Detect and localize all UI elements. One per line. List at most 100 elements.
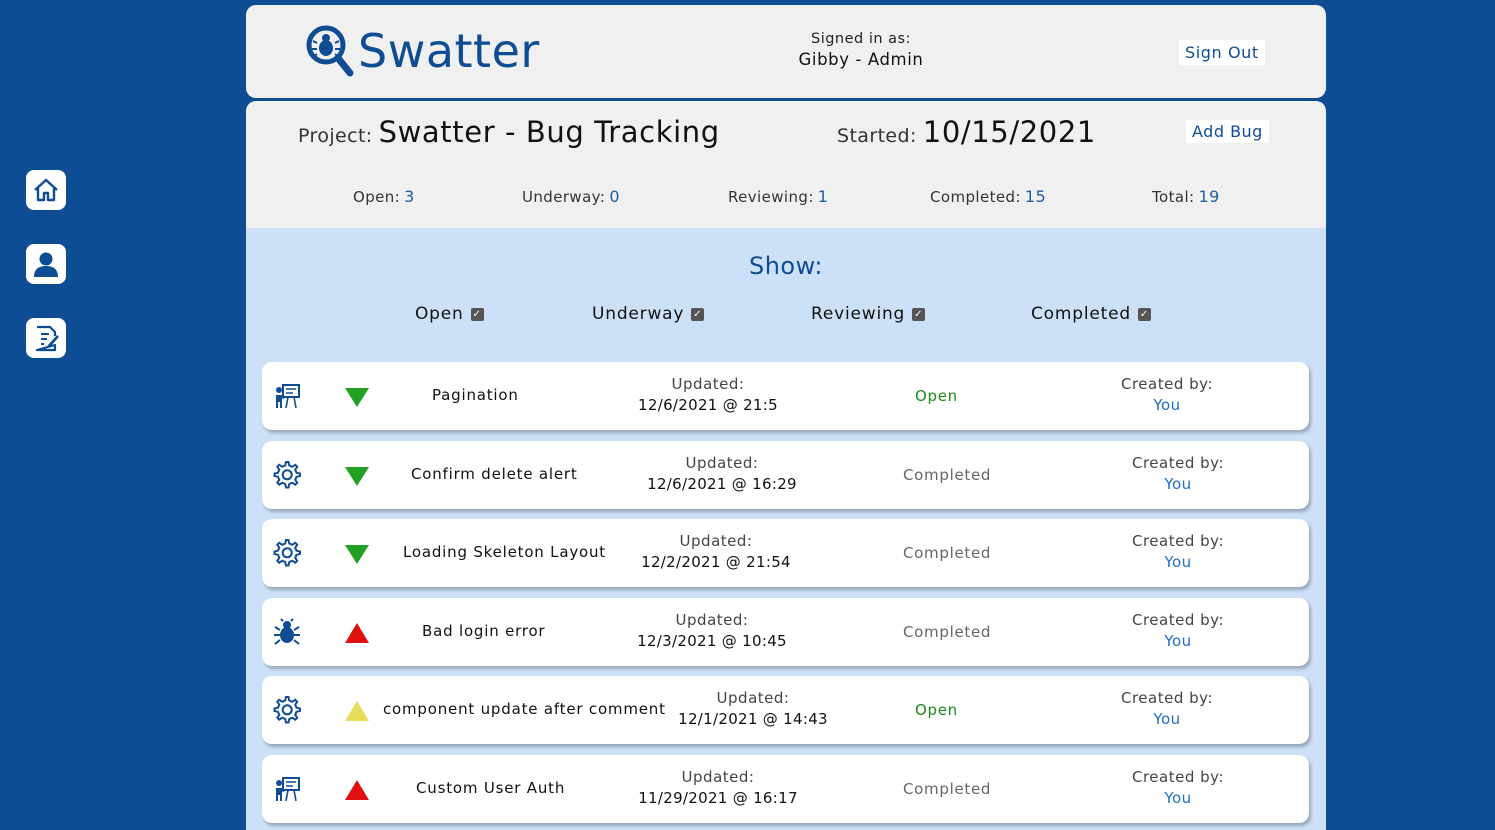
bug-title: Confirm delete alert: [411, 465, 578, 483]
stat-open: Open: 3: [353, 187, 415, 206]
status-badge: Open: [915, 387, 958, 405]
created-by-label: Created by:: [1121, 689, 1213, 707]
sidebar-home-button[interactable]: [26, 170, 66, 210]
created-by-label: Created by:: [1132, 532, 1224, 550]
updated-label: Updated:: [679, 532, 753, 550]
updated-label: Updated:: [716, 689, 790, 707]
stat-label: Reviewing:: [728, 188, 814, 206]
stat-label: Open:: [353, 188, 401, 206]
filter-completed[interactable]: Completed ✓: [1031, 304, 1151, 324]
home-icon: [34, 178, 58, 202]
bug-updated: Updated: 11/29/2021 @ 16:17: [638, 768, 798, 807]
filter-checkbox[interactable]: ✓: [691, 307, 705, 321]
updated-label: Updated:: [671, 375, 745, 393]
show-filter-title: Show:: [748, 252, 824, 280]
project-start: Started: 10/15/2021: [837, 115, 1096, 149]
bug-row[interactable]: Custom User Auth Updated: 11/29/2021 @ 1…: [262, 755, 1309, 823]
signed-in-label: Signed in as:: [810, 31, 911, 47]
created-by-label: Created by:: [1121, 375, 1213, 393]
bug-title: Custom User Auth: [416, 779, 566, 797]
stat-total: Total: 19: [1152, 187, 1220, 206]
stat-label: Completed:: [930, 188, 1021, 206]
updated-value: 11/29/2021 @ 16:17: [638, 789, 798, 807]
edit-document-icon: [35, 325, 59, 352]
started-date: 10/15/2021: [922, 115, 1096, 149]
bug-creator: Created by: You: [1123, 454, 1233, 493]
bug-list-area: Show: Open ✓ Underway ✓ Reviewing ✓ Comp…: [246, 228, 1326, 830]
bug-title: Pagination: [432, 386, 519, 404]
bug-icon: [274, 618, 300, 645]
stat-label: Total:: [1152, 188, 1195, 206]
presentation-icon: [276, 384, 300, 409]
updated-value: 12/6/2021 @ 21:5: [638, 396, 778, 414]
stat-reviewing: Reviewing: 1: [728, 187, 828, 206]
status-badge: Completed: [903, 544, 992, 562]
bug-row[interactable]: Loading Skeleton Layout Updated: 12/2/20…: [262, 519, 1309, 587]
created-by-link[interactable]: You: [1112, 396, 1222, 414]
filter-label: Reviewing: [811, 304, 906, 324]
bug-creator: Created by: You: [1123, 532, 1233, 571]
stat-value: 3: [404, 187, 415, 206]
filter-reviewing[interactable]: Reviewing ✓: [811, 304, 926, 324]
updated-label: Updated:: [685, 454, 759, 472]
signed-in-info: Signed in as: Gibby - Admin: [746, 31, 976, 69]
bug-row[interactable]: component update after comment Updated: …: [262, 676, 1309, 744]
bug-title: Loading Skeleton Layout: [403, 543, 606, 561]
app-logo[interactable]: Swatter: [304, 23, 540, 79]
filter-open[interactable]: Open ✓: [415, 304, 484, 324]
bug-search-logo-icon: [306, 25, 354, 77]
stat-value: 19: [1198, 187, 1220, 206]
created-by-label: Created by:: [1132, 768, 1224, 786]
filter-checkbox[interactable]: ✓: [912, 307, 926, 321]
project-name: Swatter - Bug Tracking: [378, 115, 720, 149]
bug-row[interactable]: Confirm delete alert Updated: 12/6/2021 …: [262, 441, 1309, 509]
created-by-link[interactable]: You: [1123, 475, 1233, 493]
status-badge: Completed: [903, 623, 992, 641]
status-badge: Completed: [903, 780, 992, 798]
user-icon: [34, 252, 58, 277]
created-by-label: Created by:: [1132, 611, 1224, 629]
bug-title: component update after comment: [383, 700, 666, 718]
sidebar-edit-button[interactable]: [26, 318, 66, 358]
priority-low-icon: [345, 545, 369, 564]
stat-underway: Underway: 0: [522, 187, 620, 206]
bug-row[interactable]: Bad login error Updated: 12/3/2021 @ 10:…: [262, 598, 1309, 666]
updated-value: 12/2/2021 @ 21:54: [641, 553, 791, 571]
started-label: Started:: [837, 125, 917, 147]
filter-label: Underway: [592, 304, 685, 324]
priority-low-icon: [345, 388, 369, 407]
bug-row[interactable]: Pagination Updated: 12/6/2021 @ 21:5 Ope…: [262, 362, 1309, 430]
filter-label: Completed: [1031, 304, 1131, 324]
top-header: Swatter Signed in as: Gibby - Admin Sign…: [246, 5, 1326, 98]
project-title: Project: Swatter - Bug Tracking: [298, 115, 720, 149]
filter-underway[interactable]: Underway ✓: [592, 304, 705, 324]
stat-value: 15: [1024, 187, 1047, 206]
filter-checkbox[interactable]: ✓: [1137, 307, 1151, 321]
created-by-link[interactable]: You: [1123, 789, 1233, 807]
add-bug-button[interactable]: Add Bug: [1186, 120, 1269, 143]
priority-high-icon: [345, 780, 369, 800]
signed-in-user: Gibby - Admin: [798, 50, 924, 69]
bug-updated: Updated: 12/3/2021 @ 10:45: [632, 611, 792, 650]
filter-label: Open: [415, 304, 464, 324]
bug-creator: Created by: You: [1112, 689, 1222, 728]
sign-out-button[interactable]: Sign Out: [1179, 40, 1265, 65]
sidebar-profile-button[interactable]: [26, 244, 66, 284]
created-by-link[interactable]: You: [1112, 710, 1222, 728]
updated-label: Updated:: [681, 768, 755, 786]
gear-icon: [273, 539, 301, 567]
created-by-link[interactable]: You: [1123, 553, 1233, 571]
bug-updated: Updated: 12/1/2021 @ 14:43: [673, 689, 833, 728]
gear-icon: [273, 696, 301, 724]
priority-high-icon: [345, 623, 369, 643]
gear-icon: [273, 461, 301, 489]
bug-updated: Updated: 12/6/2021 @ 16:29: [642, 454, 802, 493]
updated-value: 12/6/2021 @ 16:29: [647, 475, 797, 493]
filter-checkbox[interactable]: ✓: [470, 307, 484, 321]
created-by-link[interactable]: You: [1123, 632, 1233, 650]
bug-updated: Updated: 12/6/2021 @ 21:5: [628, 375, 788, 414]
priority-low-icon: [345, 467, 369, 486]
status-badge: Open: [915, 701, 958, 719]
updated-label: Updated:: [675, 611, 749, 629]
stat-label: Underway:: [522, 188, 606, 206]
